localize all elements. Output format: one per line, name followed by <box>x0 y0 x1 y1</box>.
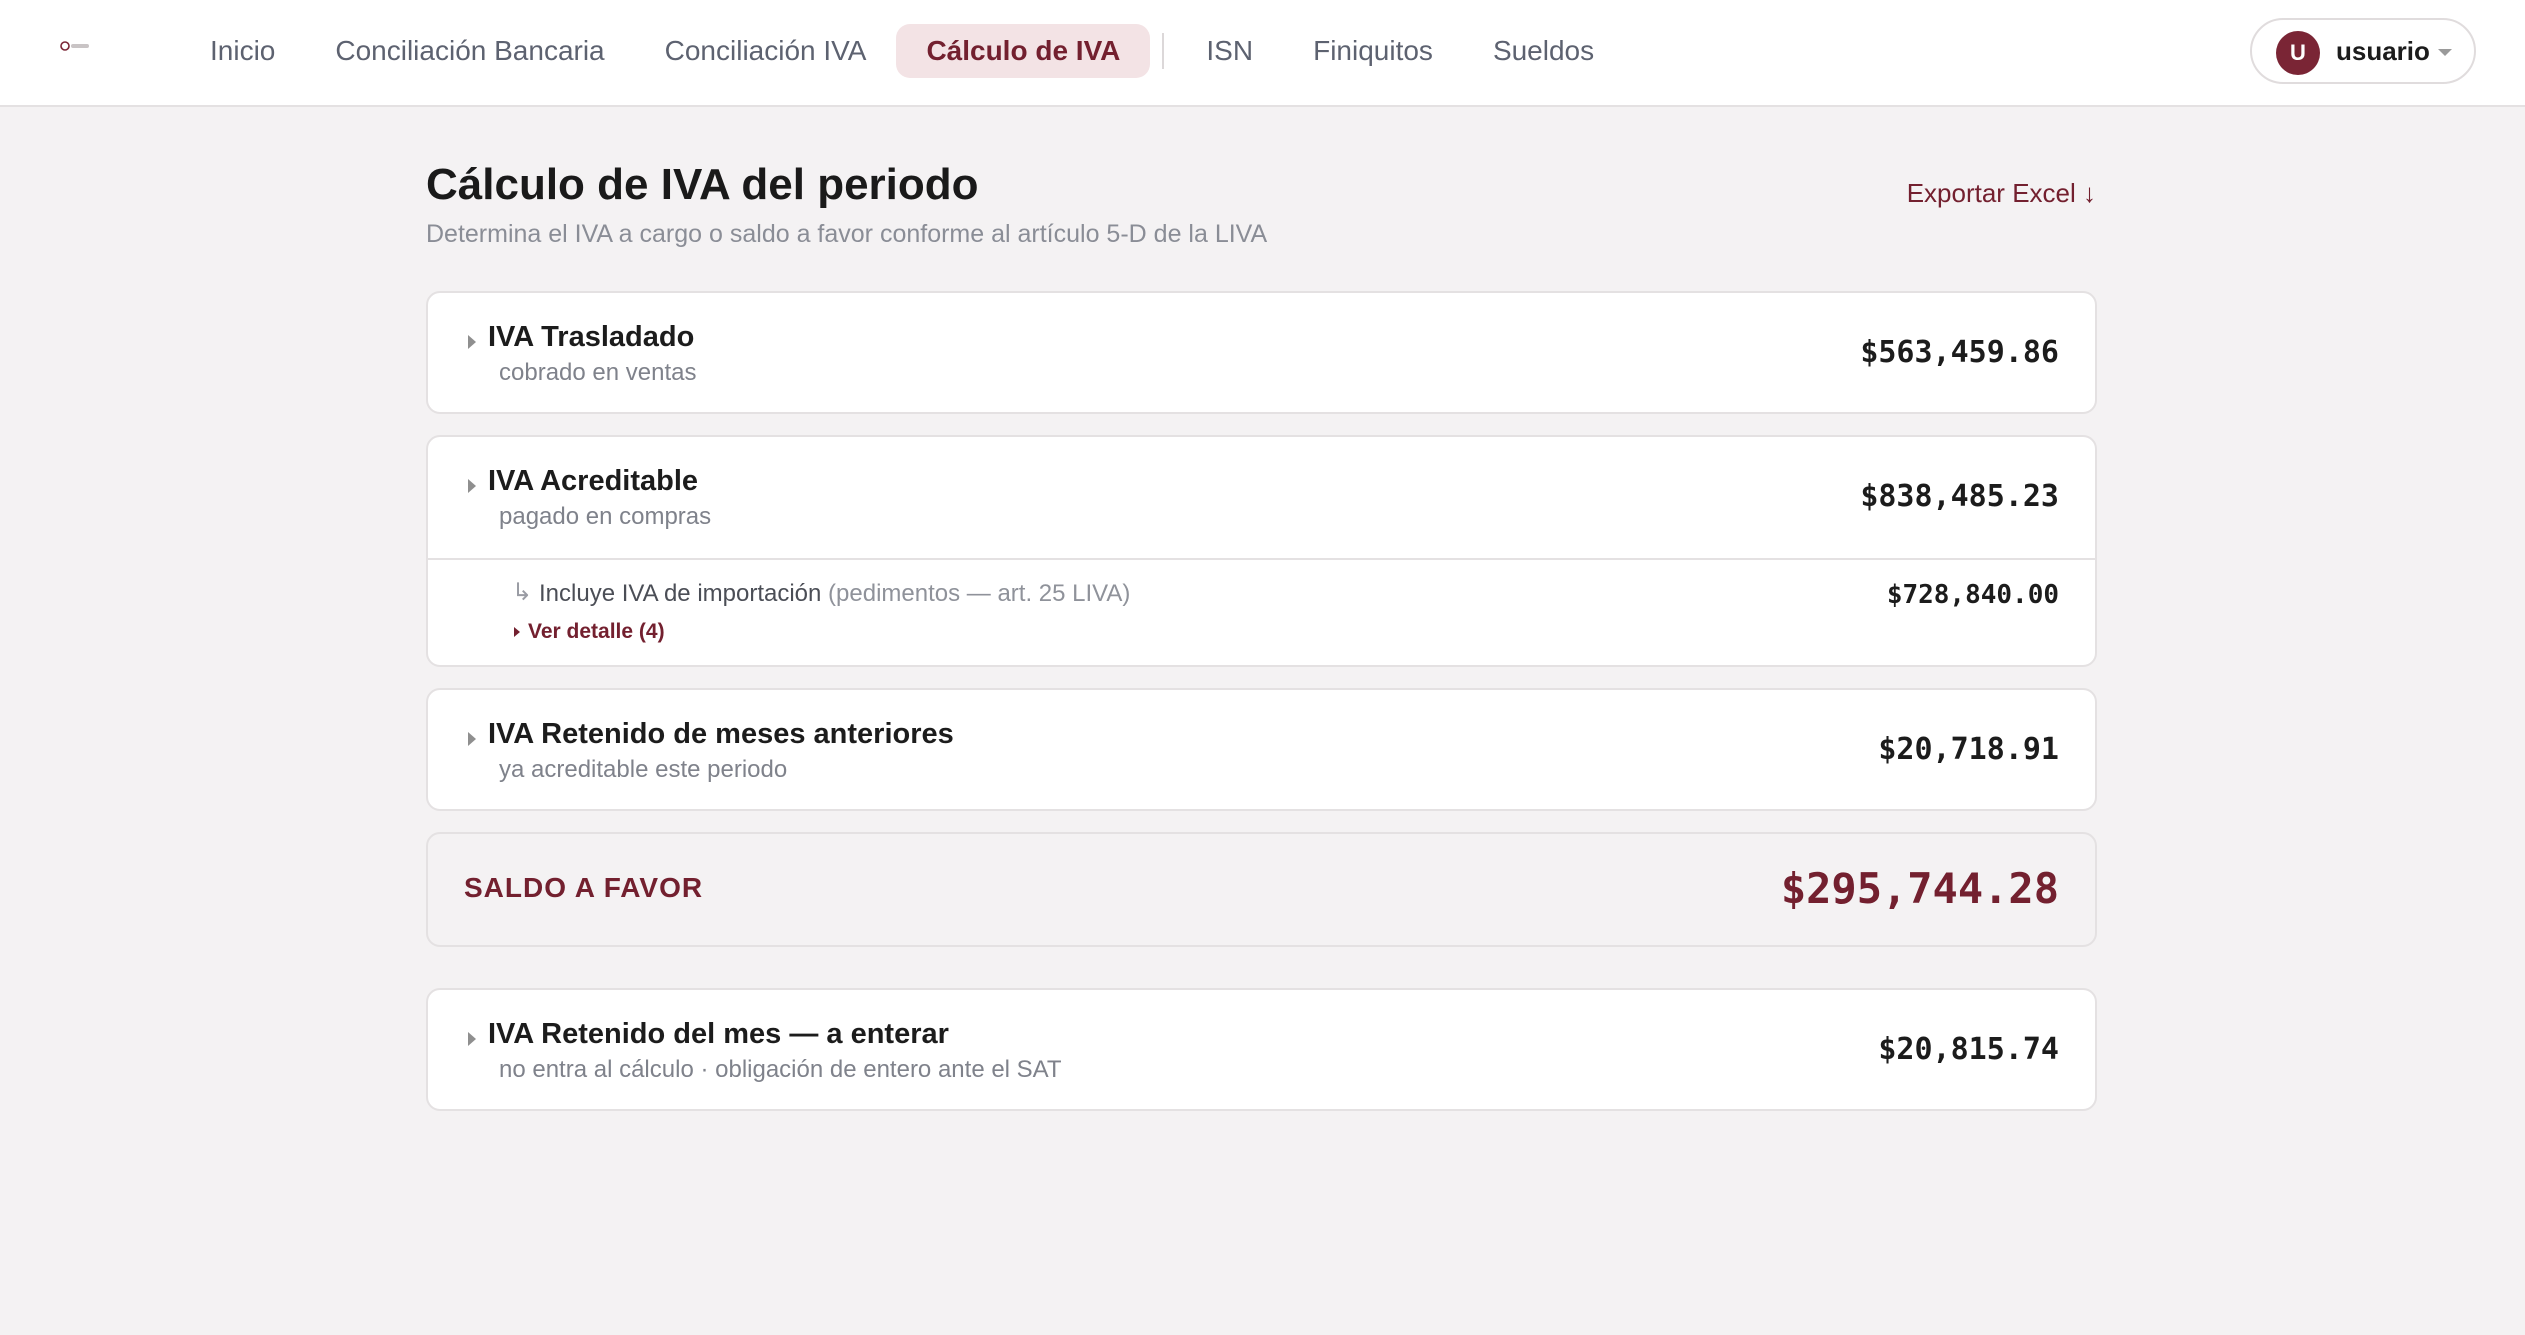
caret-right-icon <box>468 479 476 493</box>
row-title: IVA Retenido de meses anteriores <box>488 718 954 750</box>
nav-item-finiquitos[interactable]: Finiquitos <box>1283 24 1463 78</box>
row-subtitle: no entra al cálculo · obligación de ente… <box>499 1056 1062 1083</box>
import-iva-note: (pedimentos — art. 25 LIVA) <box>828 580 1131 607</box>
row-subtitle: cobrado en ventas <box>499 359 697 386</box>
caret-right-icon <box>468 732 476 746</box>
page-title: Cálculo de IVA del periodo <box>426 160 979 209</box>
expand-row-iva-retenido-anteriores[interactable]: IVA Retenido de meses anteriores ya acre… <box>428 690 2095 810</box>
user-name: usuario <box>2336 36 2430 66</box>
top-navigation-bar: Inicio Conciliación Bancaria Conciliació… <box>0 0 2525 107</box>
row-subtitle: ya acreditable este periodo <box>499 756 788 783</box>
nav-item-conciliacion-iva[interactable]: Conciliación IVA <box>635 24 897 78</box>
amount-value: $563,459.86 <box>1860 335 2059 370</box>
nav-item-isn[interactable]: ISN <box>1176 24 1283 78</box>
row-title: IVA Trasladado <box>488 321 695 353</box>
brand-logo-icon[interactable] <box>60 38 92 54</box>
page-subtitle: Determina el IVA a cargo o saldo a favor… <box>426 220 1268 248</box>
nav-item-conciliacion-bancaria[interactable]: Conciliación Bancaria <box>305 24 634 78</box>
amount-value: $838,485.23 <box>1860 479 2059 514</box>
user-menu-button[interactable]: U usuario <box>2250 18 2476 84</box>
chevron-down-icon <box>2438 49 2452 56</box>
caret-right-icon <box>468 1032 476 1046</box>
expand-row-iva-trasladado[interactable]: IVA Trasladado cobrado en ventas $563,45… <box>428 293 2095 413</box>
view-detail-toggle[interactable]: Ver detalle (4) <box>514 620 665 644</box>
import-iva-subrow: ↳ Incluye IVA de importación (pedimentos… <box>428 558 2095 665</box>
card-iva-acreditable: IVA Acreditable pagado en compras $838,4… <box>426 435 2097 667</box>
nav-divider <box>1162 33 1165 69</box>
nav-item-calculo-iva[interactable]: Cálculo de IVA <box>896 24 1151 78</box>
row-title: IVA Acreditable <box>488 465 699 497</box>
amount-value: $20,718.91 <box>1878 732 2059 767</box>
card-saldo-a-favor: SALDO A FAVOR $295,744.28 <box>426 832 2097 947</box>
card-iva-trasladado: IVA Trasladado cobrado en ventas $563,45… <box>426 291 2097 414</box>
card-iva-retenido-mes: IVA Retenido del mes — a enterar no entr… <box>426 988 2097 1111</box>
view-detail-label: Ver detalle (4) <box>528 620 665 643</box>
expand-row-iva-retenido-mes[interactable]: IVA Retenido del mes — a enterar no entr… <box>428 990 2095 1110</box>
nav-item-inicio[interactable]: Inicio <box>180 24 305 78</box>
expand-row-iva-acreditable[interactable]: IVA Acreditable pagado en compras $838,4… <box>428 437 2095 557</box>
export-excel-link[interactable]: Exportar Excel ↓ <box>1907 178 2096 209</box>
import-iva-label: Incluye IVA de importación (pedimentos —… <box>539 580 1130 608</box>
card-iva-retenido-anteriores: IVA Retenido de meses anteriores ya acre… <box>426 688 2097 811</box>
amount-value: $20,815.74 <box>1878 1032 2059 1067</box>
row-title: IVA Retenido del mes — a enterar <box>488 1018 949 1050</box>
return-arrow-icon: ↳ <box>512 579 533 606</box>
saldo-label: SALDO A FAVOR <box>464 872 704 903</box>
import-iva-label-text: Incluye IVA de importación <box>539 580 822 607</box>
caret-right-icon <box>514 627 520 638</box>
main-nav: Inicio Conciliación Bancaria Conciliació… <box>180 24 1624 78</box>
saldo-amount: $295,744.28 <box>1780 864 2059 913</box>
avatar: U <box>2276 31 2320 75</box>
caret-right-icon <box>468 335 476 349</box>
row-subtitle: pagado en compras <box>499 503 712 530</box>
nav-item-sueldos[interactable]: Sueldos <box>1463 24 1624 78</box>
import-iva-amount: $728,840.00 <box>1886 580 2059 610</box>
